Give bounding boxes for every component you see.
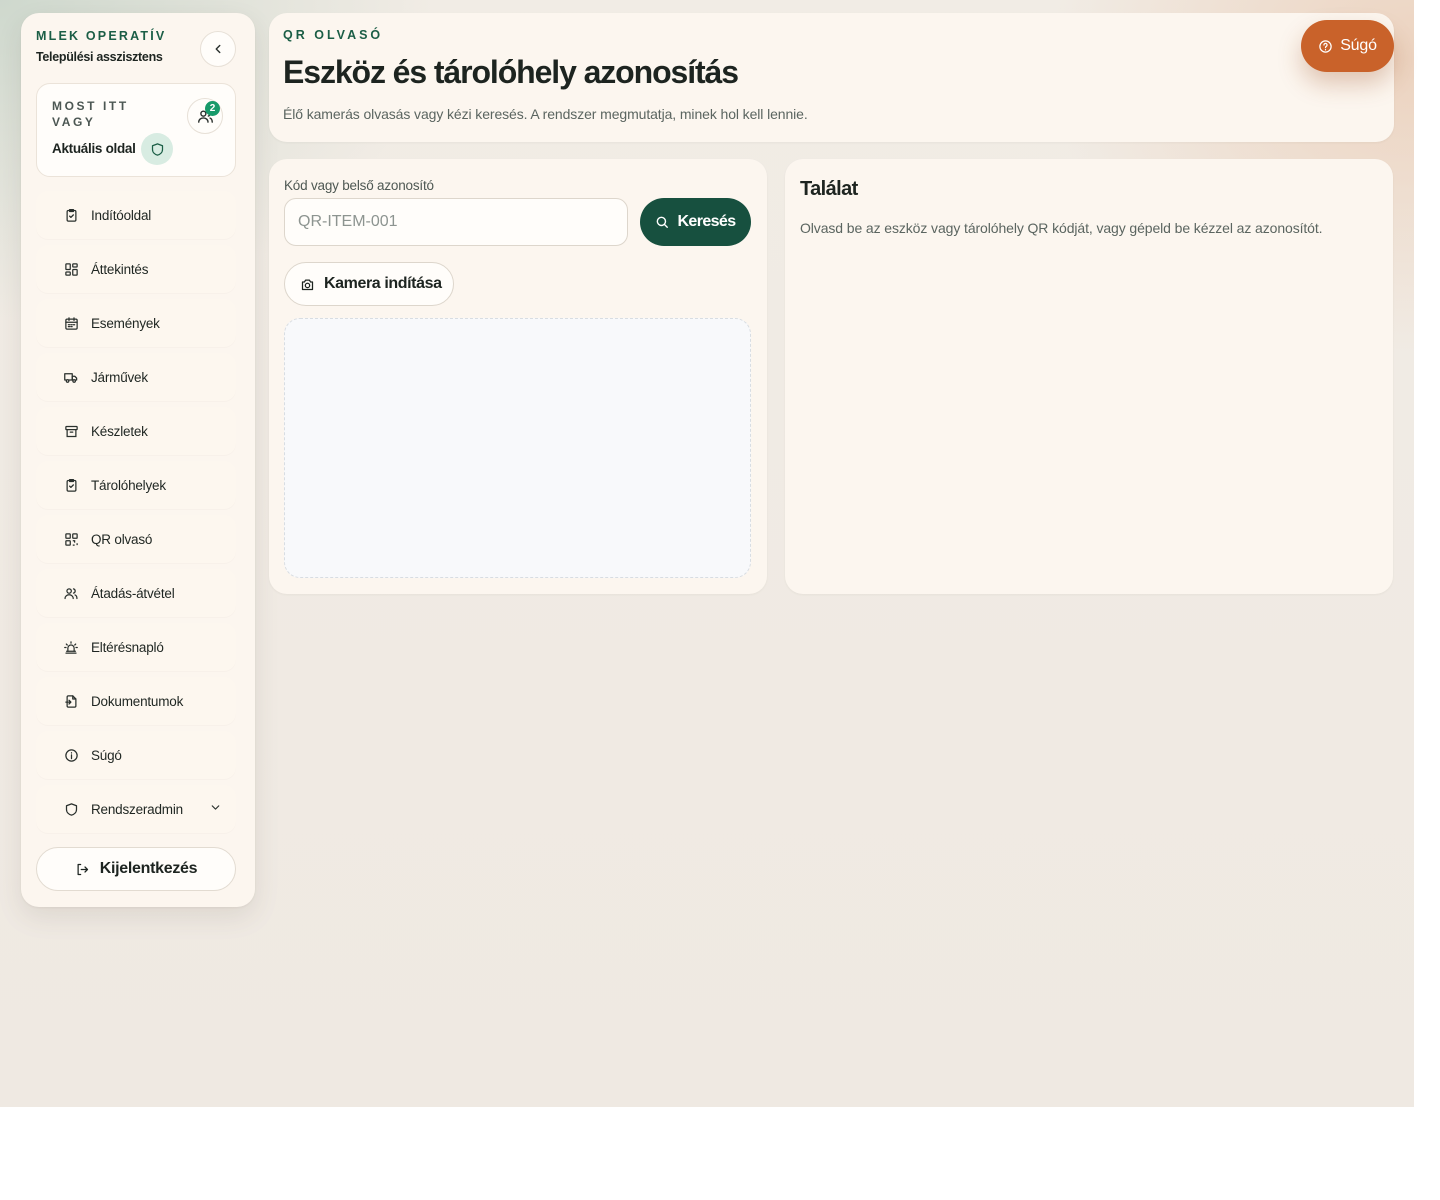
page-kicker: QR OLVASÓ xyxy=(283,28,384,42)
help-circle-icon xyxy=(1319,39,1332,53)
logout-icon xyxy=(77,863,88,875)
scanner-panel: Kód vagy belső azonosító Keresés Kamera … xyxy=(269,159,767,594)
result-panel: Találat Olvasd be az eszköz vagy tárolóh… xyxy=(785,159,1393,594)
sidebar-item-elteresnaplo[interactable]: Eltérésnapló xyxy=(36,623,236,671)
page-header: QR OLVASÓ Eszköz és tárolóhely azonosítá… xyxy=(269,13,1394,142)
start-camera-label: Kamera indítása xyxy=(324,275,442,292)
shield-icon xyxy=(63,801,79,817)
start-camera-button[interactable]: Kamera indítása xyxy=(284,262,454,306)
qr-code-icon xyxy=(63,531,79,547)
sidebar-item-label: Készletek xyxy=(91,423,148,439)
sidebar-item-esemenyek[interactable]: Események xyxy=(36,299,236,347)
page-description: Élő kamerás olvasás vagy kézi keresés. A… xyxy=(283,106,808,122)
sidebar-item-label: Indítóoldal xyxy=(91,207,152,223)
sidebar-item-label: QR olvasó xyxy=(91,531,153,547)
truck-icon xyxy=(63,369,79,385)
shield-icon xyxy=(141,133,173,165)
sidebar-item-atadas-atvetel[interactable]: Átadás-átvétel xyxy=(36,569,236,617)
sidebar-item-label: Események xyxy=(91,315,160,331)
search-button[interactable]: Keresés xyxy=(640,198,751,246)
brand: MLEK OPERATÍV Települési asszisztens xyxy=(36,29,166,64)
sidebar-item-tarolohelyek[interactable]: Tárolóhelyek xyxy=(36,461,236,509)
chevron-left-icon xyxy=(215,44,221,54)
sidebar-item-inditooldal[interactable]: Indítóoldal xyxy=(36,191,236,239)
sidebar-item-label: Eltérésnapló xyxy=(91,639,164,655)
page-title: Eszköz és tárolóhely azonosítás xyxy=(283,54,739,90)
chevron-down-icon[interactable] xyxy=(209,801,222,814)
logout-label: Kijelentkezés xyxy=(99,860,198,877)
sidebar-item-keszletek[interactable]: Készletek xyxy=(36,407,236,455)
online-users-button[interactable]: 2 xyxy=(187,98,223,134)
collapse-sidebar-button[interactable] xyxy=(200,31,236,67)
brand-subtitle: Települési asszisztens xyxy=(36,50,163,64)
sidebar-item-label: Áttekintés xyxy=(91,261,149,277)
info-icon xyxy=(63,747,79,763)
help-button-label: Súgó xyxy=(1340,37,1377,54)
sidebar-item-label: Átadás-átvétel xyxy=(91,585,175,601)
sidebar-item-jarmuvek[interactable]: Járművek xyxy=(36,353,236,401)
camera-preview-area xyxy=(284,318,751,578)
calendar-icon xyxy=(63,315,79,331)
clipboard-check-icon xyxy=(63,207,79,223)
sidebar-item-label: Rendszeradmin xyxy=(91,801,183,817)
sidebar-item-sugo[interactable]: Súgó xyxy=(36,731,236,779)
logout-button[interactable]: Kijelentkezés xyxy=(36,847,236,891)
camera-icon xyxy=(301,279,314,290)
sidebar: MLEK OPERATÍV Települési asszisztens MOS… xyxy=(21,13,255,907)
sidebar-item-rendszeradmin[interactable]: Rendszeradmin xyxy=(36,785,236,833)
current-location-kicker: MOST ITT VAGY xyxy=(52,99,129,129)
help-button[interactable]: Súgó xyxy=(1301,20,1394,72)
sidebar-item-label: Dokumentumok xyxy=(91,693,184,709)
brand-kicker: MLEK OPERATÍV xyxy=(36,29,167,43)
code-field-label: Kód vagy belső azonosító xyxy=(284,178,434,193)
code-search-input[interactable] xyxy=(284,198,628,246)
sidebar-item-dokumentumok[interactable]: Dokumentumok xyxy=(36,677,236,725)
search-button-label: Keresés xyxy=(677,213,736,230)
online-users-count-badge: 2 xyxy=(205,101,220,116)
grid-icon xyxy=(63,261,79,277)
clipboard-check-icon xyxy=(63,477,79,493)
result-description: Olvasd be az eszköz vagy tárolóhely QR k… xyxy=(800,220,1323,236)
search-icon xyxy=(657,216,669,228)
sidebar-item-label: Tárolóhelyek xyxy=(91,477,166,493)
result-title: Találat xyxy=(800,178,858,200)
sidebar-nav: Indítóoldal Áttekintés Események Járműve… xyxy=(36,191,236,839)
sidebar-item-label: Járművek xyxy=(91,369,148,385)
sidebar-item-attekintes[interactable]: Áttekintés xyxy=(36,245,236,293)
file-export-icon xyxy=(63,693,79,709)
sidebar-item-label: Súgó xyxy=(91,747,122,763)
sidebar-item-qr-olvaso[interactable]: QR olvasó xyxy=(36,515,236,563)
current-location-card: MOST ITT VAGY Aktuális oldal 2 xyxy=(36,83,236,177)
archive-icon xyxy=(63,423,79,439)
alarm-icon xyxy=(63,639,79,655)
current-page-label: Aktuális oldal xyxy=(52,141,136,156)
users-icon xyxy=(63,585,79,601)
